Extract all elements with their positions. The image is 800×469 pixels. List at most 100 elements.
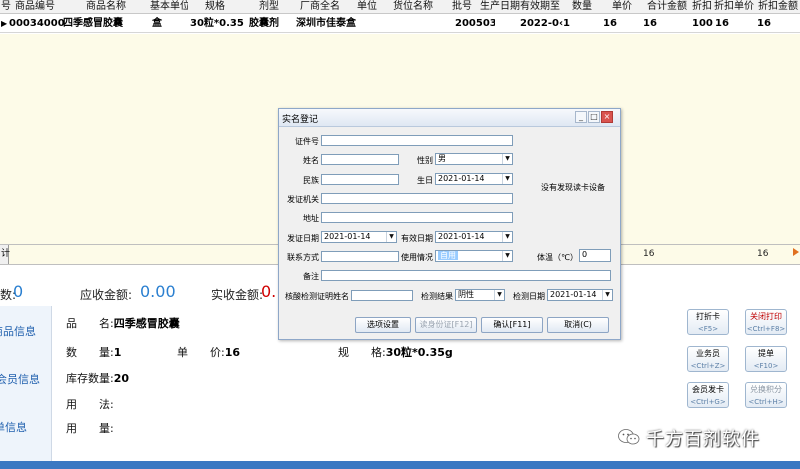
pick-order-button[interactable]: 提单 <F10> xyxy=(745,346,787,372)
col-header-price[interactable]: 单价 xyxy=(612,0,636,14)
close-icon[interactable]: × xyxy=(601,111,613,123)
address-label: 地址 xyxy=(303,214,319,223)
chevron-down-icon[interactable]: ▼ xyxy=(494,290,504,300)
test-date-picker[interactable]: 2021-01-14 ▼ xyxy=(547,289,613,301)
totals-label: 计 xyxy=(0,245,10,264)
col-header-form[interactable]: 剂型 xyxy=(259,0,289,14)
ethnicity-input[interactable] xyxy=(321,174,399,185)
issue-date-picker[interactable]: 2021-01-14 ▼ xyxy=(321,231,397,243)
col-header-total[interactable]: 合计金额 xyxy=(647,0,689,14)
watermark-text: 千方百剂软件 xyxy=(646,429,760,450)
dialog-title: 实名登记 xyxy=(282,115,319,125)
col-header-qty[interactable]: 数量 xyxy=(572,0,598,14)
qty-label: 数 量: xyxy=(66,346,114,359)
close-print-button[interactable]: 关闭打印 <Ctrl+F8> xyxy=(745,309,787,335)
cancel-button[interactable]: 取消(C) xyxy=(547,317,609,333)
cell-spec: 30粒*0.35 xyxy=(190,18,244,29)
address-input[interactable] xyxy=(321,212,513,223)
col-header-maker[interactable]: 厂商全名 xyxy=(300,0,350,14)
confirm-button[interactable]: 确认[F11] xyxy=(481,317,543,333)
name-field-label: 姓名 xyxy=(303,156,319,165)
chevron-down-icon[interactable]: ▼ xyxy=(502,232,512,242)
cell-discount: 100 xyxy=(692,18,713,29)
price-label: 单 价: xyxy=(177,346,225,359)
row-selector-icon: ▶ xyxy=(1,19,8,28)
birthday-label: 生日 xyxy=(417,176,433,185)
gender-select[interactable]: 男 ▼ xyxy=(435,153,513,165)
cell-code: 00034000C xyxy=(9,18,65,29)
chevron-down-icon[interactable]: ▼ xyxy=(386,232,396,242)
col-header-name[interactable]: 商品名称 xyxy=(86,0,146,14)
scroll-arrow-icon[interactable] xyxy=(793,248,799,256)
salesperson-button[interactable]: 业务员 <Ctrl+Z> xyxy=(687,346,729,372)
col-header-unit[interactable]: 基本单位 xyxy=(150,0,188,14)
valid-date-value: 2021-01-14 xyxy=(438,232,485,241)
usage-status-value: 自用 xyxy=(438,251,458,260)
contact-label: 联系方式 xyxy=(287,253,319,262)
maximize-icon[interactable]: □ xyxy=(588,111,600,123)
col-header-location[interactable]: 货位名称 xyxy=(393,0,443,14)
no-card-reader-note: 没有发现读卡设备 xyxy=(541,183,605,192)
col-header-discount[interactable]: 折扣 xyxy=(692,0,714,14)
temperature-label: 体温（℃） xyxy=(537,253,578,262)
table-row[interactable]: ▶ 00034000C 四季感冒胶囊 盒 30粒*0.35 胶囊剂 深圳市佳泰盒… xyxy=(0,15,800,33)
read-id-card-button[interactable]: 读身份证[F12] xyxy=(415,317,477,333)
col-header-index[interactable]: 号 xyxy=(1,0,13,14)
real-name-registration-dialog: 实名登记 _ □ × 证件号 姓名 性别 男 ▼ 民族 生日 2021-01-1… xyxy=(278,108,621,340)
name-input[interactable] xyxy=(321,154,399,165)
gender-label: 性别 xyxy=(417,156,433,165)
usage-label: 用 法: xyxy=(66,398,114,411)
qty-value: 1 xyxy=(113,346,122,359)
salesperson-label: 业务员 xyxy=(696,349,720,358)
options-settings-button[interactable]: 选项设置 xyxy=(355,317,411,333)
col-header-prod-date[interactable]: 生产日期 xyxy=(480,0,524,14)
issue-member-card-key: <Ctrl+G> xyxy=(690,398,726,406)
tab-product-info[interactable]: 商品信息 xyxy=(0,320,44,344)
chevron-down-icon[interactable]: ▼ xyxy=(502,174,512,184)
col-header-disc-total[interactable]: 折扣金额 xyxy=(758,0,800,14)
test-result-label: 检测结果 xyxy=(421,292,453,301)
chevron-down-icon[interactable]: ▼ xyxy=(502,154,512,164)
issuer-input[interactable] xyxy=(321,193,513,204)
valid-date-label: 有效日期 xyxy=(401,234,433,243)
valid-date-picker[interactable]: 2021-01-14 ▼ xyxy=(435,231,513,243)
test-result-select[interactable]: 阴性 ▼ xyxy=(455,289,505,301)
cell-maker: 深圳市佳泰盒 xyxy=(296,18,356,29)
col-header-pkg-unit[interactable]: 单位 xyxy=(357,0,387,14)
remarks-input[interactable] xyxy=(321,270,611,281)
discount-card-label: 打折卡 xyxy=(696,312,720,321)
issue-member-card-button[interactable]: 会员发卡 <Ctrl+G> xyxy=(687,382,729,408)
usage-status-select[interactable]: 自用 ▼ xyxy=(435,250,513,262)
tab-order-info[interactable]: 单信息 xyxy=(0,416,46,440)
col-header-batch[interactable]: 批号 xyxy=(452,0,476,14)
chevron-down-icon[interactable]: ▼ xyxy=(502,251,512,261)
id-number-input[interactable] xyxy=(321,135,513,146)
tab-member-info[interactable]: 会员信息 xyxy=(0,368,48,392)
cell-unit: 盒 xyxy=(152,18,162,29)
contact-input[interactable] xyxy=(321,251,399,262)
col-header-disc-price[interactable]: 折扣单价 xyxy=(714,0,758,14)
birthday-picker[interactable]: 2021-01-14 ▼ xyxy=(435,173,513,185)
birthday-value: 2021-01-14 xyxy=(438,174,485,183)
stock-value: 20 xyxy=(113,372,130,385)
salesperson-key: <Ctrl+Z> xyxy=(690,362,726,370)
dialog-titlebar[interactable]: 实名登记 _ □ × xyxy=(279,109,620,127)
nucleic-test-name-input[interactable] xyxy=(351,290,413,301)
issue-date-value: 2021-01-14 xyxy=(324,232,371,241)
chevron-down-icon[interactable]: ▼ xyxy=(602,290,612,300)
minimize-icon[interactable]: _ xyxy=(575,111,587,123)
nucleic-test-name-label: 核酸检测证明姓名 xyxy=(285,292,349,301)
discount-card-button[interactable]: 打折卡 <F5> xyxy=(687,309,729,335)
col-header-code[interactable]: 商品编号 xyxy=(15,0,65,14)
receivable-value: 0.00 xyxy=(140,282,176,301)
status-bar xyxy=(0,461,800,469)
remarks-label: 备注 xyxy=(303,272,319,281)
paid-value: 0. xyxy=(261,282,277,301)
count-value: 0 xyxy=(13,282,24,301)
redeem-points-button[interactable]: 兑换积分 <Ctrl+H> xyxy=(745,382,787,408)
temperature-input[interactable]: 0 xyxy=(579,249,611,262)
col-header-spec[interactable]: 规格 xyxy=(205,0,235,14)
col-header-expiry[interactable]: 有效期至 xyxy=(520,0,568,14)
gender-value: 男 xyxy=(438,154,446,163)
issue-date-label: 发证日期 xyxy=(287,234,319,243)
